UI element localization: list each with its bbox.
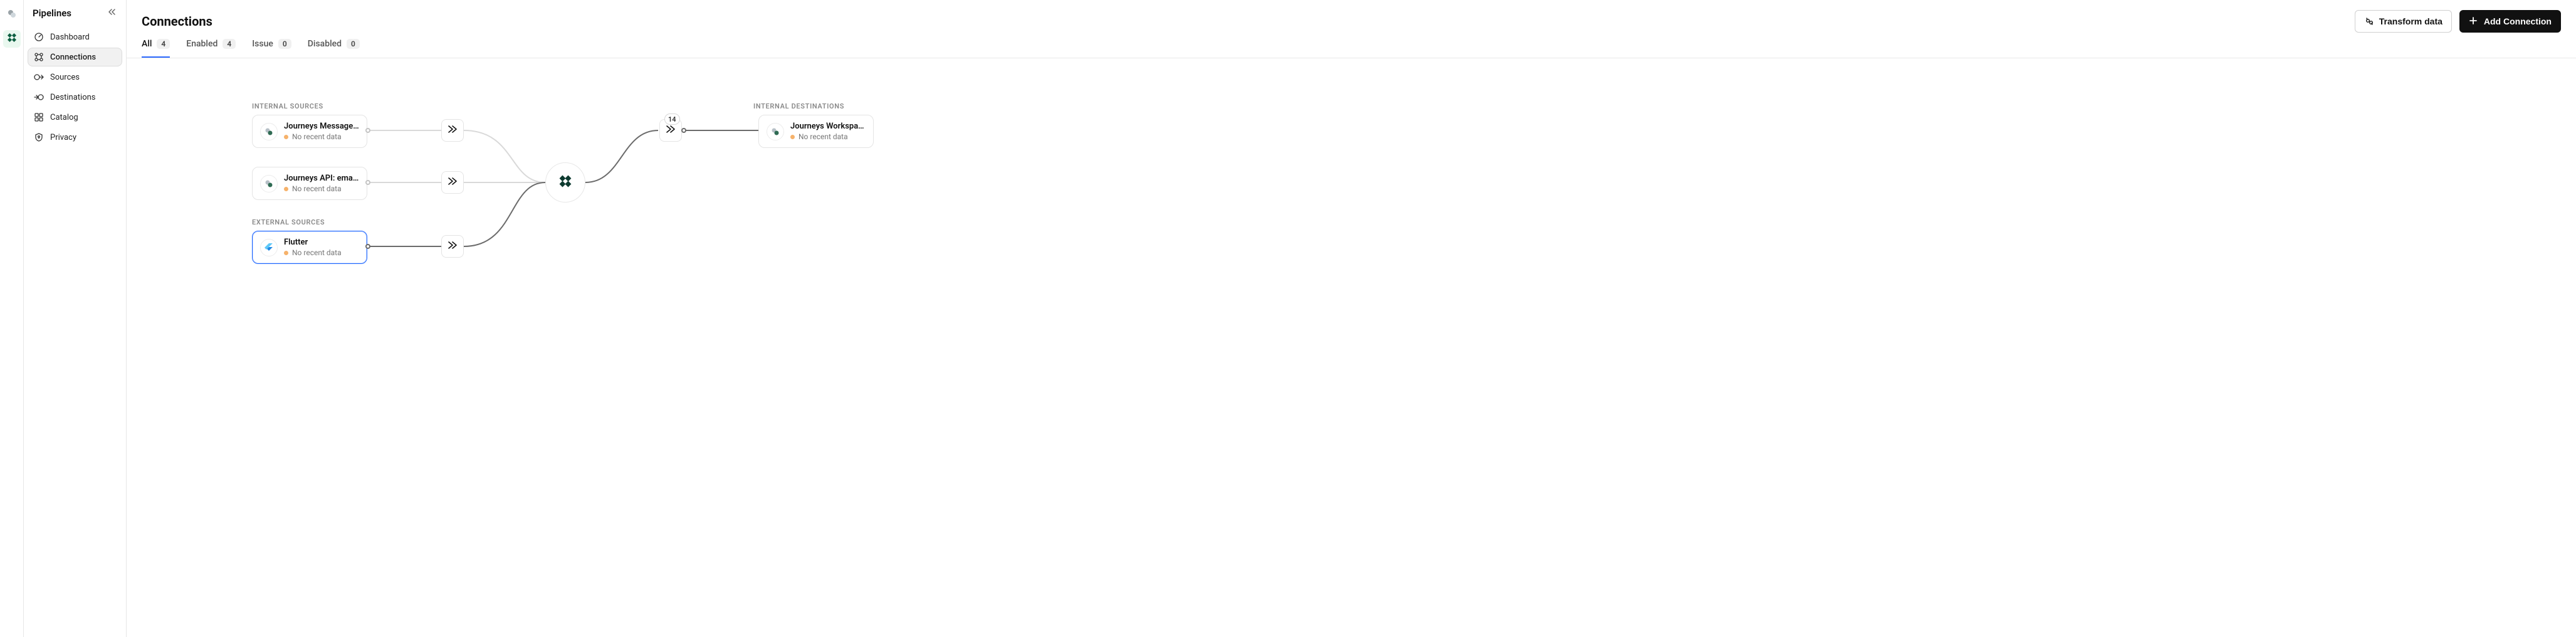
funnel-icon <box>447 124 458 137</box>
sidebar-title: Pipelines <box>33 8 71 19</box>
arrow-out-icon <box>34 72 44 82</box>
main-header: Connections Transform data Add Connectio… <box>127 0 2576 33</box>
rail-item-workspace[interactable] <box>3 30 21 48</box>
chevron-double-left-icon <box>107 8 116 19</box>
status-dot-icon <box>284 135 288 139</box>
destination-node-journeys-workspace[interactable]: Journeys Workspace No recent data <box>758 115 874 148</box>
page-title: Connections <box>142 14 212 29</box>
source-node-journeys-message[interactable]: Journeys Message … No recent data <box>252 115 367 148</box>
plus-icon <box>2469 16 2479 26</box>
add-connection-button[interactable]: Add Connection <box>2459 10 2561 33</box>
section-label-internal-sources: Internal Sources <box>252 102 323 110</box>
sidebar-item-privacy[interactable]: Privacy <box>28 128 122 147</box>
node-status: No recent data <box>284 184 359 193</box>
transform-node[interactable] <box>441 171 464 194</box>
status-dot-icon <box>284 187 288 191</box>
connections-icon <box>34 52 44 62</box>
funnel-icon <box>447 240 458 253</box>
tab-count: 0 <box>347 39 360 49</box>
transform-data-button[interactable]: Transform data <box>2355 10 2452 33</box>
tab-enabled[interactable]: Enabled 4 <box>186 39 236 58</box>
node-status: No recent data <box>790 132 866 141</box>
sidebar-nav: Dashboard Connections Sources Destinatio… <box>28 28 122 147</box>
node-status: No recent data <box>284 132 359 141</box>
tab-count: 4 <box>223 39 236 49</box>
workspace-icon <box>557 172 574 192</box>
diagram-wrap[interactable]: Internal Sources External Sources Intern… <box>127 58 2576 637</box>
shield-icon <box>34 132 44 142</box>
sidebar-item-dashboard[interactable]: Dashboard <box>28 28 122 46</box>
source-node-journeys-api[interactable]: Journeys API: email … No recent data <box>252 167 367 200</box>
main: Connections Transform data Add Connectio… <box>127 0 2576 637</box>
sidebar-item-label: Privacy <box>50 133 76 142</box>
tab-label: Enabled <box>186 39 217 49</box>
tab-issue[interactable]: Issue 0 <box>252 39 291 58</box>
workspace-icon <box>6 32 18 46</box>
grid-icon <box>34 112 44 122</box>
node-port[interactable] <box>365 244 370 249</box>
tabs: All 4 Enabled 4 Issue 0 Disabled 0 <box>127 33 2576 58</box>
transform-data-label: Transform data <box>2379 16 2442 26</box>
sidebar-item-label: Catalog <box>50 113 78 122</box>
source-node-flutter[interactable]: Flutter No recent data <box>252 231 367 264</box>
node-port[interactable] <box>365 128 370 133</box>
collapse-sidebar-button[interactable] <box>106 8 117 19</box>
node-port[interactable] <box>365 180 370 185</box>
rail-item-brand[interactable] <box>3 6 21 24</box>
tab-label: Disabled <box>308 39 342 49</box>
node-title: Flutter <box>284 238 342 247</box>
tab-count: 0 <box>278 39 291 49</box>
section-label-internal-destinations: Internal Destinations <box>753 102 844 110</box>
tab-label: All <box>142 39 152 49</box>
segment-icon <box>260 175 278 192</box>
transform-icon <box>2364 16 2374 26</box>
node-title: Journeys API: email … <box>284 174 359 183</box>
sidebar-header: Pipelines <box>28 6 122 28</box>
status-dot-icon <box>284 251 288 255</box>
sidebar-item-connections[interactable]: Connections <box>28 48 122 66</box>
segment-icon <box>767 123 784 140</box>
add-connection-label: Add Connection <box>2484 16 2552 26</box>
arrow-in-icon <box>34 92 44 102</box>
sidebar-item-destinations[interactable]: Destinations <box>28 88 122 107</box>
section-label-external-sources: External Sources <box>252 218 325 226</box>
sidebar-item-label: Connections <box>50 53 96 62</box>
flutter-icon <box>260 239 278 256</box>
icon-rail <box>0 0 24 637</box>
node-port[interactable] <box>681 128 686 133</box>
sidebar: Pipelines Dashboard Connections <box>24 0 127 637</box>
sidebar-item-label: Sources <box>50 73 80 82</box>
funnel-icon <box>447 176 458 189</box>
sidebar-item-sources[interactable]: Sources <box>28 68 122 87</box>
transform-node[interactable] <box>441 119 464 142</box>
node-title: Journeys Workspace <box>790 122 866 131</box>
hub-node[interactable] <box>545 162 585 203</box>
tab-label: Issue <box>252 39 273 49</box>
diagram-canvas[interactable]: Internal Sources External Sources Intern… <box>127 58 1004 372</box>
transform-node[interactable] <box>441 235 464 258</box>
tab-count: 4 <box>157 39 170 49</box>
app: Pipelines Dashboard Connections <box>0 0 2576 637</box>
destination-count-badge: 14 <box>664 113 680 125</box>
node-status: No recent data <box>284 248 342 257</box>
header-actions: Transform data Add Connection <box>2355 10 2561 33</box>
gauge-icon <box>34 32 44 42</box>
sidebar-item-catalog[interactable]: Catalog <box>28 108 122 127</box>
tab-all[interactable]: All 4 <box>142 39 170 58</box>
segment-icon <box>260 123 278 140</box>
funnel-icon <box>665 124 676 137</box>
tab-disabled[interactable]: Disabled 0 <box>308 39 360 58</box>
sidebar-item-label: Destinations <box>50 93 96 102</box>
brand-icon <box>6 8 18 22</box>
status-dot-icon <box>790 135 795 139</box>
sidebar-item-label: Dashboard <box>50 33 90 42</box>
node-title: Journeys Message … <box>284 122 359 131</box>
